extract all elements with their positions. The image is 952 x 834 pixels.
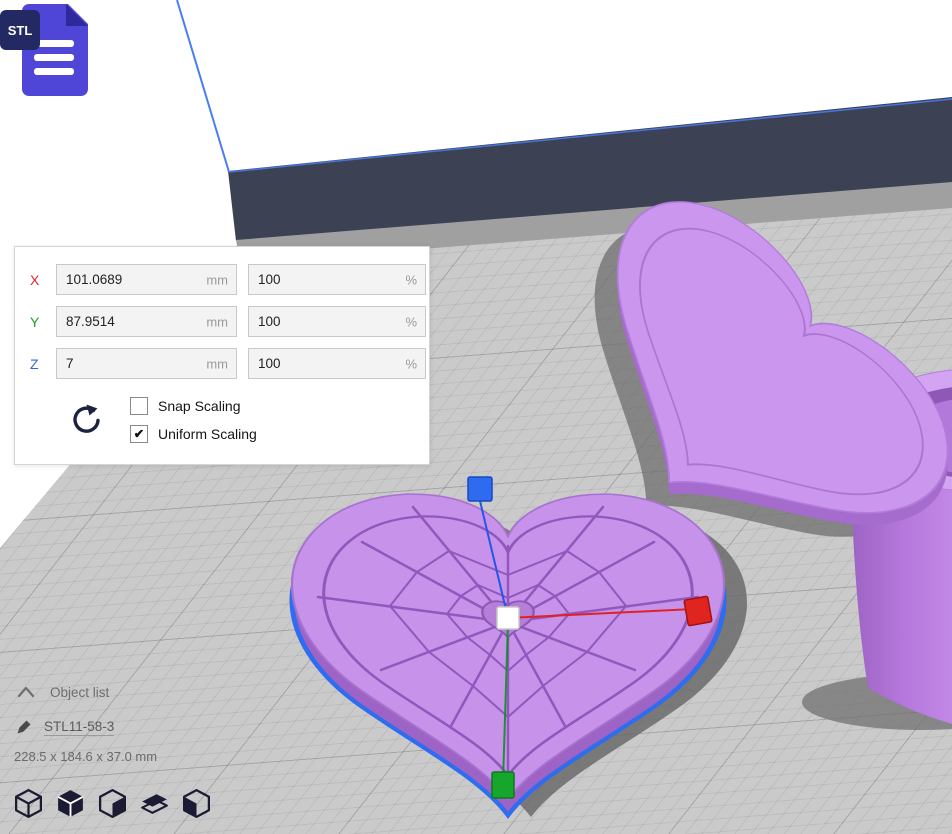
uniform-scaling-checkbox[interactable]: Uniform Scaling: [130, 425, 257, 443]
scale-row-x: X mm %: [30, 264, 414, 295]
scale-handle-center-icon[interactable]: [497, 607, 519, 629]
view-mode-xray-button[interactable]: [97, 787, 128, 820]
stl-badge-label: STL: [8, 23, 33, 38]
object-name[interactable]: STL11-58-3: [44, 719, 114, 736]
application-window: STL X mm % Y mm %: [0, 0, 952, 834]
view-mode-solid-button[interactable]: [13, 787, 44, 820]
scale-options-row: Snap Scaling Uniform Scaling: [30, 397, 414, 443]
stl-doc-line: [34, 68, 74, 75]
object-list-item[interactable]: STL11-58-3: [14, 714, 157, 740]
snap-scaling-label: Snap Scaling: [158, 398, 241, 414]
flat-sheet-icon: [139, 787, 170, 820]
scale-x-mm-input[interactable]: [56, 264, 237, 295]
scale-handle-y-icon[interactable]: [492, 772, 514, 798]
scale-y-mm-input[interactable]: [56, 306, 237, 337]
scale-handle-x-icon[interactable]: [684, 596, 712, 626]
stl-file-icon[interactable]: STL: [0, 0, 96, 104]
object-dimensions: 228.5 x 184.6 x 37.0 mm: [14, 749, 157, 764]
pencil-icon: [14, 717, 34, 737]
object-list-label: Object list: [50, 685, 109, 700]
half-cube-icon: [97, 787, 128, 820]
axis-y-label: Y: [30, 314, 45, 330]
scale-z-mm-input[interactable]: [56, 348, 237, 379]
scale-x-percent-input[interactable]: [248, 264, 426, 295]
scale-row-z: Z mm %: [30, 348, 414, 379]
view-mode-layers-button[interactable]: [139, 787, 170, 820]
reset-scale-button[interactable]: [68, 402, 102, 439]
model-heart-spiderweb-selected[interactable]: [292, 494, 724, 815]
object-list-panel: Object list STL11-58-3 228.5 x 184.6 x 3…: [14, 680, 157, 764]
uniform-scaling-box-icon[interactable]: [130, 425, 148, 443]
stl-doc-line: [34, 54, 74, 61]
chevron-up-icon: [14, 685, 38, 699]
scale-y-percent-input[interactable]: [248, 306, 426, 337]
scale-z-percent-input[interactable]: [248, 348, 426, 379]
scale-row-y: Y mm %: [30, 306, 414, 337]
snap-scaling-checkbox[interactable]: Snap Scaling: [130, 397, 257, 415]
axis-z-label: Z: [30, 356, 45, 372]
scale-tool-panel: X mm % Y mm % Z mm: [14, 246, 430, 465]
view-mode-preview-button[interactable]: [181, 787, 212, 820]
solid-cube-icon: [55, 787, 86, 820]
snap-scaling-box-icon[interactable]: [130, 397, 148, 415]
object-list-toggle[interactable]: Object list: [14, 680, 157, 704]
view-mode-toolbar: [13, 787, 212, 820]
uniform-scaling-label: Uniform Scaling: [158, 426, 257, 442]
wireframe-cube-icon: [13, 787, 44, 820]
buildvolume-edge-line: [177, 0, 229, 172]
axis-x-label: X: [30, 272, 45, 288]
reset-arrow-icon: [68, 402, 102, 436]
view-mode-shaded-button[interactable]: [55, 787, 86, 820]
scale-handle-z-icon[interactable]: [468, 477, 492, 501]
open-box-icon: [181, 787, 212, 820]
